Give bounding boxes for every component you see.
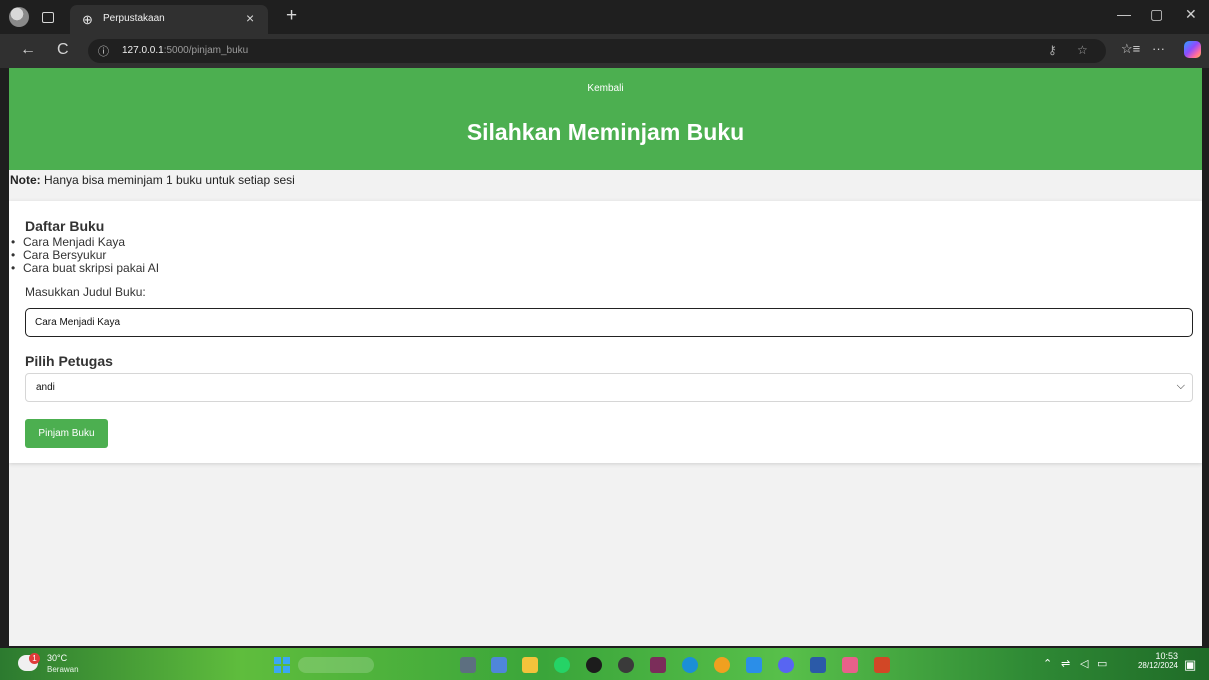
favorite-star-icon[interactable]: ☆ (1077, 43, 1088, 57)
profile-avatar-icon[interactable] (9, 7, 29, 27)
battery-icon[interactable]: ▭ (1097, 657, 1107, 670)
network-icon[interactable]: ⇌ (1061, 657, 1070, 670)
book-list-heading: Daftar Buku (25, 218, 105, 234)
url-path: :5000/pinjam_buku (163, 45, 249, 56)
app-icon[interactable] (650, 657, 666, 673)
whatsapp-icon[interactable] (554, 657, 570, 673)
volume-icon[interactable]: ◁ (1080, 657, 1088, 670)
book-title-input[interactable] (25, 308, 1193, 337)
page-title: Silahkan Meminjam Buku (466, 119, 745, 145)
notification-icon[interactable]: ▣ (1184, 657, 1196, 673)
chevron-up-icon[interactable]: ⌃ (1043, 657, 1052, 670)
system-clock[interactable]: 10:53 28/12/2024 (1128, 651, 1178, 670)
chevron-down-icon: ⌵ (1176, 380, 1185, 392)
borrow-form-card: Daftar Buku Cara Menjadi Kaya Cara Bersy… (9, 201, 1202, 463)
edge-icon[interactable] (682, 657, 698, 673)
staff-select[interactable]: andi ⌵ (25, 373, 1193, 402)
new-tab-button[interactable]: + (286, 5, 297, 27)
staff-heading: Pilih Petugas (25, 353, 113, 369)
url-host: 127.0.0.1 (122, 45, 164, 56)
spotify-icon[interactable] (586, 657, 602, 673)
obs-icon[interactable] (618, 657, 634, 673)
page-viewport: Kembali Silahkan Meminjam Buku Note: Han… (9, 68, 1202, 646)
task-view-icon[interactable] (460, 657, 476, 673)
note-label: Note: (10, 173, 41, 187)
copilot-taskbar-icon[interactable] (491, 657, 507, 673)
file-explorer-icon[interactable] (522, 657, 538, 673)
weather-temp: 30°C (47, 653, 68, 663)
restore-icon[interactable]: ▢ (1150, 6, 1163, 23)
note-text: Note: Hanya bisa meminjam 1 buku untuk s… (10, 173, 295, 187)
tab-close-icon[interactable]: × (246, 10, 254, 26)
taskbar: 1 30°C Berawan (0, 648, 1209, 680)
close-window-icon[interactable]: ✕ (1185, 6, 1197, 23)
page-header: Kembali Silahkan Meminjam Buku (9, 68, 1202, 170)
list-item: Cara buat skripsi pakai AI (9, 262, 159, 276)
book-title-label: Masukkan Judul Buku: (25, 285, 146, 299)
copilot-icon[interactable] (1184, 41, 1201, 58)
chrome-icon[interactable] (714, 657, 730, 673)
address-bar[interactable]: ⓘ 127.0.0.1:5000/pinjam_buku ⚷ ☆ (88, 39, 1106, 63)
weather-condition: Berawan (47, 665, 79, 674)
globe-icon: ⊕ (82, 12, 93, 27)
tab-title: Perpustakaan (103, 13, 165, 24)
collections-icon[interactable]: ☆≡ (1121, 41, 1140, 57)
minimize-icon[interactable]: — (1117, 6, 1131, 22)
note-message: Hanya bisa meminjam 1 buku untuk setiap … (40, 173, 295, 187)
start-menu-icon[interactable] (274, 657, 290, 673)
tab-actions-icon[interactable] (42, 12, 54, 23)
tab-perpustakaan[interactable]: ⊕ Perpustakaan × (70, 5, 268, 34)
site-info-icon[interactable]: ⓘ (98, 43, 109, 59)
taskbar-search[interactable] (298, 657, 374, 673)
back-link[interactable]: Kembali (9, 83, 1202, 94)
app-icon[interactable] (842, 657, 858, 673)
reload-icon[interactable]: C (57, 41, 69, 59)
staff-selected-value: andi (36, 382, 55, 393)
vscode-icon[interactable] (746, 657, 762, 673)
word-icon[interactable] (810, 657, 826, 673)
password-key-icon[interactable]: ⚷ (1048, 43, 1057, 57)
more-menu-icon[interactable]: ··· (1152, 41, 1165, 56)
browser-titlebar: ⊕ Perpustakaan × + — ▢ ✕ (0, 0, 1209, 34)
discord-icon[interactable] (778, 657, 794, 673)
back-icon[interactable]: ← (20, 41, 36, 59)
clock-time: 10:53 (1155, 651, 1178, 661)
borrow-button[interactable]: Pinjam Buku (25, 419, 108, 448)
weather-badge: 1 (29, 653, 40, 664)
url-text: 127.0.0.1:5000/pinjam_buku (122, 45, 248, 56)
powerpoint-icon[interactable] (874, 657, 890, 673)
screen: ⊕ Perpustakaan × + — ▢ ✕ ← C ⓘ 127.0.0.1… (0, 0, 1209, 680)
clock-date: 28/12/2024 (1137, 661, 1178, 670)
book-list: Cara Menjadi Kaya Cara Bersyukur Cara bu… (9, 236, 159, 276)
